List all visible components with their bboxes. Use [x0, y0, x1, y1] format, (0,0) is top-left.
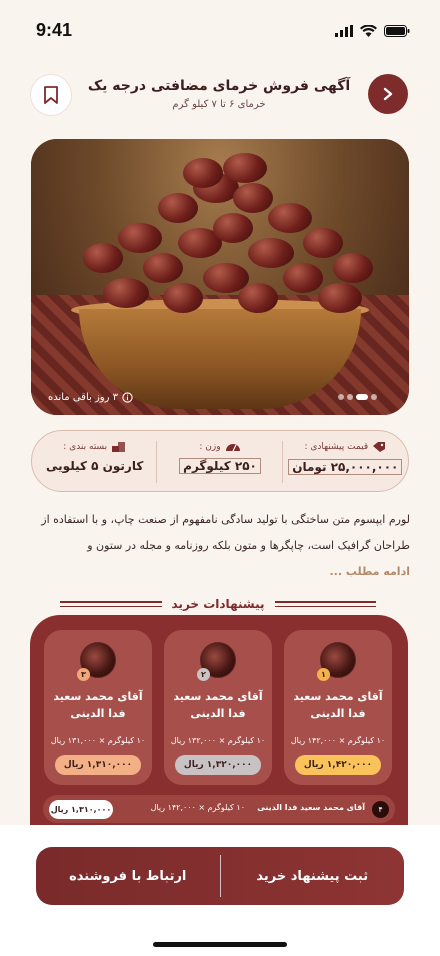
- offers-section-title: پیشنهادات خرید: [171, 597, 265, 611]
- carousel-dot[interactable]: [338, 394, 344, 400]
- package-label: بسته بندی :: [63, 442, 108, 452]
- status-time: 9:41: [36, 20, 73, 40]
- offer-calculation: ۱۰ کیلوگرم × ۱۳۲,۰۰۰ ریال: [170, 736, 266, 745]
- bottom-action-bar: ثبت پیشنهاد خرید ارتباط با فروشنده: [0, 825, 440, 956]
- weight-info: وزن : ۲۵۰ کیلوگرم: [157, 431, 284, 491]
- divider: [219, 855, 221, 897]
- price-tag-icon: [373, 442, 386, 452]
- submit-offer-button[interactable]: ثبت پیشنهاد خرید: [221, 847, 405, 905]
- offers-panel: ۱ آقای محمد سعید فدا الدینی ۱۰ کیلوگرم ×…: [30, 615, 408, 855]
- bookmark-icon: [44, 86, 58, 104]
- wifi-icon: [360, 25, 377, 37]
- rank-badge: ۲: [197, 668, 210, 681]
- product-image-carousel[interactable]: ۳ روز باقی مانده: [31, 139, 409, 415]
- price-label: قیمت پیشنهادی :: [304, 442, 369, 452]
- home-indicator[interactable]: [153, 942, 287, 947]
- product-description: لورم ایپسوم متن ساختگی با تولید سادگی نا…: [30, 507, 410, 585]
- package-info: بسته بندی : کارتون ۵ کیلویی: [32, 431, 158, 491]
- offer-total: ۱,۳۱۰,۰۰۰ ریال: [49, 800, 113, 819]
- carousel-dots[interactable]: [338, 394, 377, 400]
- bidder-name: آقای محمد سعید فدا الدینی: [257, 803, 365, 812]
- info-icon: [122, 392, 133, 403]
- back-button[interactable]: [368, 74, 408, 114]
- image-dates: [63, 153, 377, 323]
- offer-row[interactable]: ۴ آقای محمد سعید فدا الدینی ۱۰ کیلوگرم ×…: [43, 795, 395, 823]
- bookmark-button[interactable]: [30, 74, 72, 116]
- price-info: قیمت پیشنهادی : ۲۵,۰۰۰,۰۰۰ تومان: [283, 431, 408, 491]
- contact-seller-button[interactable]: ارتباط با فروشنده: [36, 847, 220, 905]
- page-header: آگهی فروش خرمای مضافتی درجه یک خرمای ۶ ت…: [30, 72, 408, 118]
- signal-icon: [335, 25, 353, 37]
- bidder-name: آقای محمد سعید فدا الدینی: [293, 690, 383, 720]
- product-info-card: قیمت پیشنهادی : ۲۵,۰۰۰,۰۰۰ تومان وزن : ۲…: [31, 430, 409, 492]
- offer-card[interactable]: ۳ آقای محمد سعید فدا الدینی ۱۰ کیلوگرم ×…: [44, 630, 152, 785]
- offer-calculation: ۱۰ کیلوگرم × ۱۴۲,۰۰۰ ریال: [290, 736, 386, 745]
- description-text: لورم ایپسوم متن ساختگی با تولید سادگی نا…: [41, 513, 410, 552]
- carousel-dot-active[interactable]: [356, 394, 368, 400]
- weight-label: وزن :: [199, 441, 221, 452]
- page-subtitle: خرمای ۶ تا ۷ کیلو گرم: [172, 99, 266, 110]
- package-value: کارتون ۵ کیلویی: [46, 459, 144, 473]
- battery-icon: [384, 25, 410, 37]
- header-titles: آگهی فروش خرمای مضافتی درجه یک خرمای ۶ ت…: [80, 78, 358, 110]
- rank-badge: ۳: [77, 668, 90, 681]
- weight-value: ۲۵۰ کیلوگرم: [179, 458, 261, 474]
- carousel-dot[interactable]: [371, 394, 377, 400]
- bidder-name: آقای محمد سعید فدا الدینی: [53, 690, 143, 720]
- rank-badge: ۱: [317, 668, 330, 681]
- price-value: ۲۵,۰۰۰,۰۰۰ تومان: [288, 459, 403, 475]
- offer-calculation: ۱۰ کیلوگرم × ۱۳۱,۰۰۰ ریال: [50, 736, 146, 745]
- offer-total: ۱,۴۲۰,۰۰۰ ریال: [295, 755, 381, 775]
- status-icons: [335, 25, 410, 37]
- offers-section-header: پیشنهادات خرید: [60, 594, 376, 614]
- remaining-time-text: ۳ روز باقی مانده: [47, 392, 118, 403]
- remaining-time: ۳ روز باقی مانده: [48, 392, 133, 403]
- rank-badge: ۴: [372, 801, 389, 818]
- offer-card[interactable]: ۱ آقای محمد سعید فدا الدینی ۱۰ کیلوگرم ×…: [284, 630, 392, 785]
- page-title: آگهی فروش خرمای مضافتی درجه یک: [87, 78, 351, 94]
- scale-icon: [225, 444, 240, 452]
- offer-calculation: ۱۰ کیلوگرم × ۱۴۲,۰۰۰ ریال: [150, 803, 245, 812]
- status-bar: 9:41: [0, 0, 440, 60]
- carousel-dot[interactable]: [347, 394, 353, 400]
- bidder-name: آقای محمد سعید فدا الدینی: [173, 690, 263, 720]
- divider: [60, 601, 162, 607]
- read-more-link[interactable]: ادامه مطلب ...: [329, 565, 410, 578]
- chevron-right-icon: [383, 87, 393, 101]
- cta-bar: ثبت پیشنهاد خرید ارتباط با فروشنده: [36, 847, 404, 905]
- offer-total: ۱,۳۲۰,۰۰۰ ریال: [175, 755, 261, 775]
- offer-total: ۱,۳۱۰,۰۰۰ ریال: [55, 755, 141, 775]
- divider: [274, 601, 376, 607]
- box-icon: [112, 442, 126, 452]
- offer-card[interactable]: ۲ آقای محمد سعید فدا الدینی ۱۰ کیلوگرم ×…: [164, 630, 272, 785]
